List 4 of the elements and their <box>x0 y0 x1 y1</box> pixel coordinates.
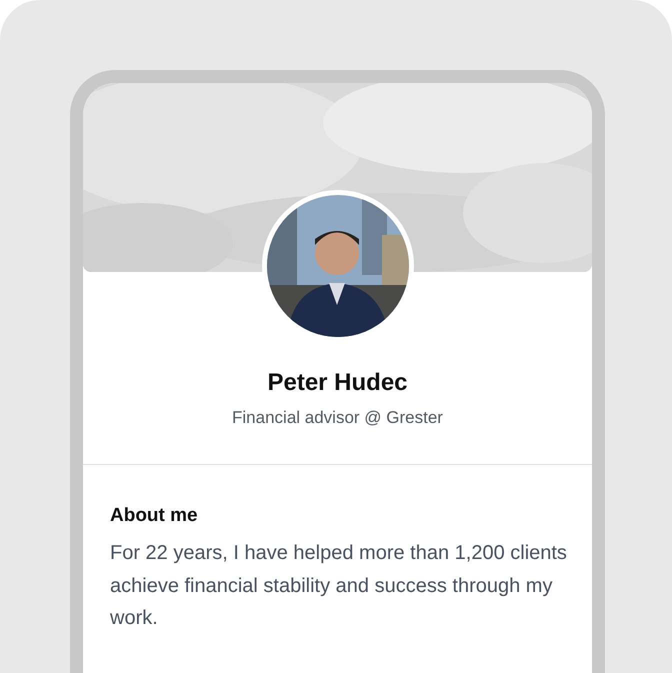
section-title: About me <box>110 504 199 528</box>
profile-name: Peter Hudec <box>266 368 409 398</box>
profile-headline: Financial advisor @ Grester <box>231 407 444 429</box>
about-text: For 22 years, I have helped more than 1,200 clients achieve financial stability and success through my work. <box>110 541 568 631</box>
